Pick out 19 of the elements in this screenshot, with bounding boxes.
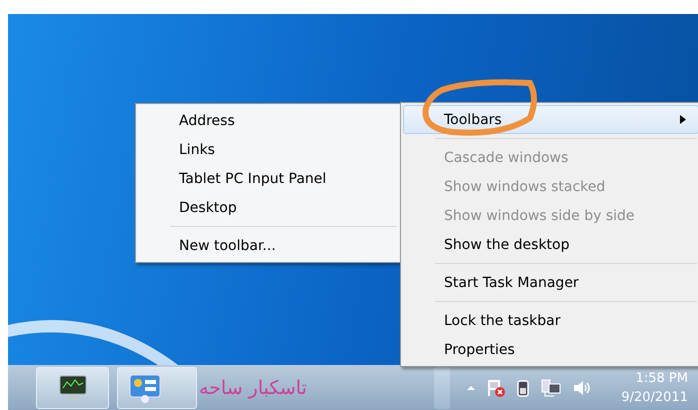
clock-date: 9/20/2011 [621, 388, 688, 406]
menu-item[interactable]: Start Task Manager [403, 268, 698, 297]
annotation-text: تاسکبار ساحه [199, 376, 307, 398]
menu-item[interactable]: Properties [403, 335, 698, 364]
menu-item[interactable]: Tablet PC Input Panel [138, 164, 399, 193]
menu-item[interactable]: Address [138, 106, 399, 135]
menu-item[interactable]: Show the desktop [403, 230, 698, 259]
taskbar-program-button[interactable] [36, 366, 109, 408]
menu-item[interactable]: Links [138, 135, 399, 164]
network-icon[interactable] [540, 378, 562, 398]
menu-item[interactable]: New toolbar... [138, 231, 399, 260]
clock-time: 1:58 PM [636, 370, 688, 388]
menu-item[interactable]: Desktop [138, 193, 399, 222]
control-panel-icon [128, 372, 162, 402]
monitor-icon [56, 374, 88, 402]
flag-icon[interactable] [486, 378, 506, 398]
menu-item[interactable]: Lock the taskbar [403, 306, 698, 335]
battery-icon[interactable] [516, 378, 530, 398]
menu-item[interactable]: Toolbars [403, 105, 698, 134]
